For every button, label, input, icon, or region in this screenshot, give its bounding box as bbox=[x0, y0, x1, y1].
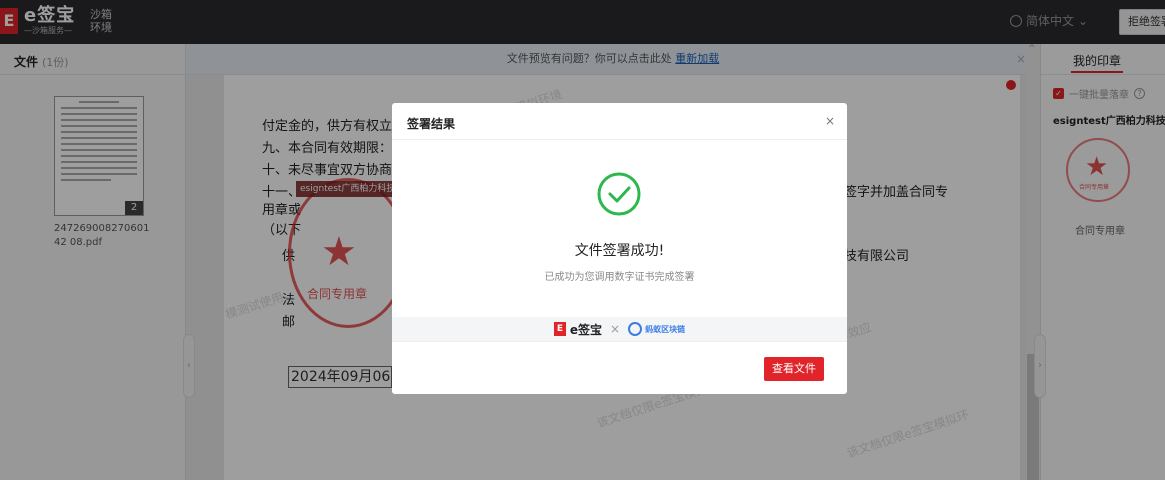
dialog-title: 签署结果 bbox=[407, 117, 456, 131]
esign-brand: E e签宝 bbox=[553, 321, 603, 338]
brand-strip: E e签宝 × 蚂蚁区块链 bbox=[392, 317, 847, 341]
esign-brand-text: e签宝 bbox=[569, 322, 603, 337]
esign-logo-icon: E bbox=[553, 322, 566, 336]
ant-chain-text: 蚂蚁区块链 bbox=[645, 324, 686, 334]
success-check-icon bbox=[597, 172, 641, 216]
brand-separator: × bbox=[610, 322, 621, 336]
sign-result-dialog: 签署结果 × 文件签署成功! 已成功为您调用数字证书完成签署 E e签宝 × 蚂… bbox=[392, 103, 847, 394]
success-subtitle: 已成功为您调用数字证书完成签署 bbox=[544, 272, 695, 283]
ant-chain-brand: 蚂蚁区块链 bbox=[628, 322, 685, 336]
ant-chain-icon bbox=[628, 322, 643, 336]
close-icon[interactable]: × bbox=[825, 114, 835, 128]
view-file-button[interactable]: 查看文件 bbox=[764, 357, 824, 381]
success-title: 文件签署成功! bbox=[574, 243, 665, 259]
